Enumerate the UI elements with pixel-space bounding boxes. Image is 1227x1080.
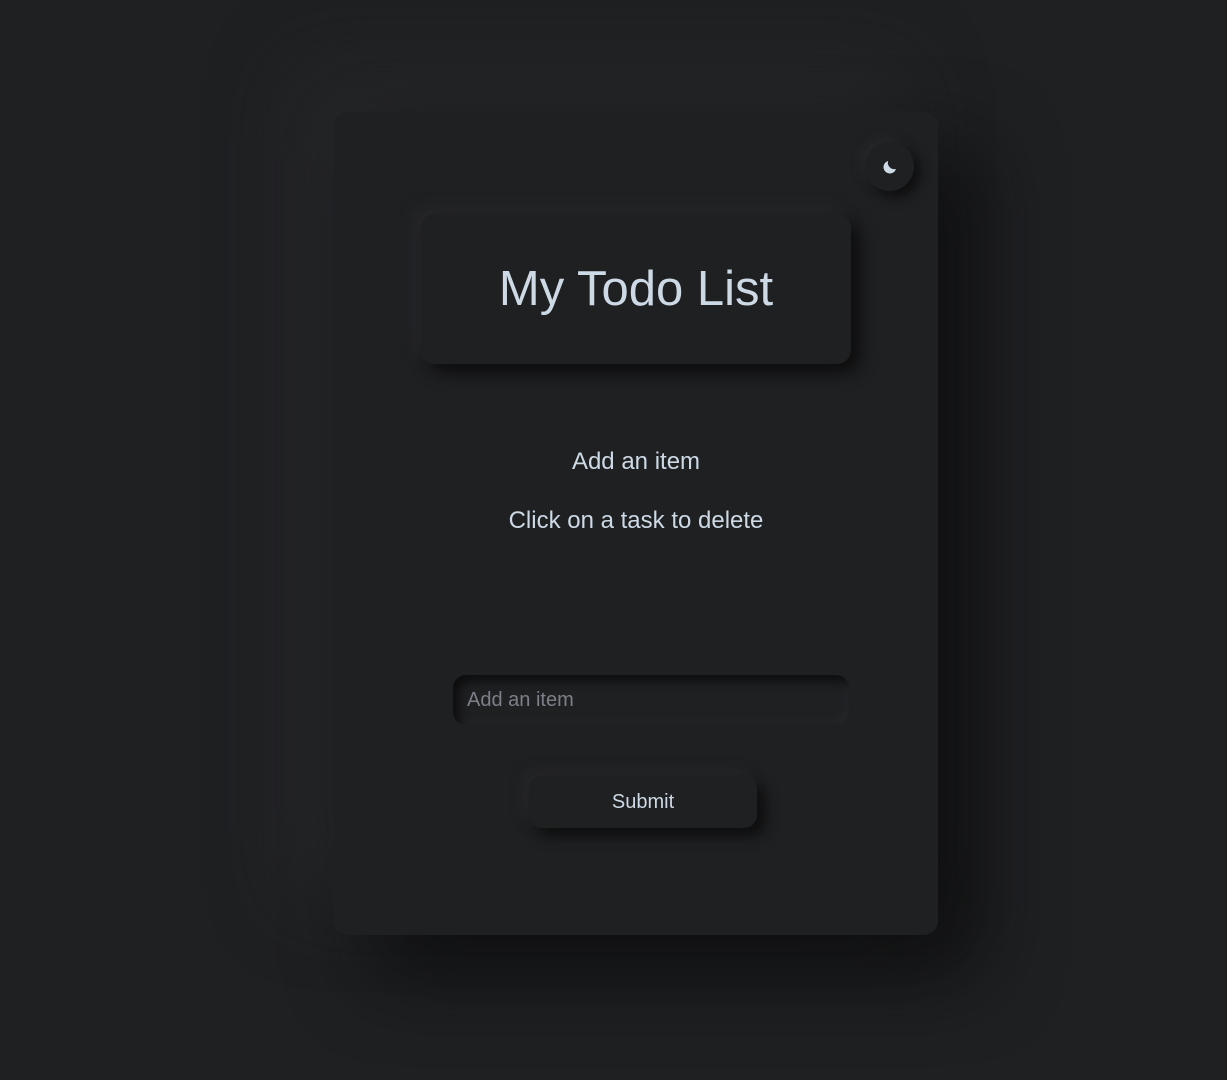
todo-card: My Todo List Add an item Click on a task… [334, 112, 938, 935]
page-title: My Todo List [498, 262, 774, 316]
add-item-input[interactable] [453, 675, 849, 725]
submit-button[interactable]: Submit [529, 776, 757, 828]
title-panel: My Todo List [421, 214, 851, 364]
theme-toggle-button[interactable] [865, 142, 914, 191]
delete-task-hint: Click on a task to delete [508, 507, 764, 534]
add-item-hint: Add an item [571, 448, 701, 475]
moon-icon [882, 160, 896, 174]
